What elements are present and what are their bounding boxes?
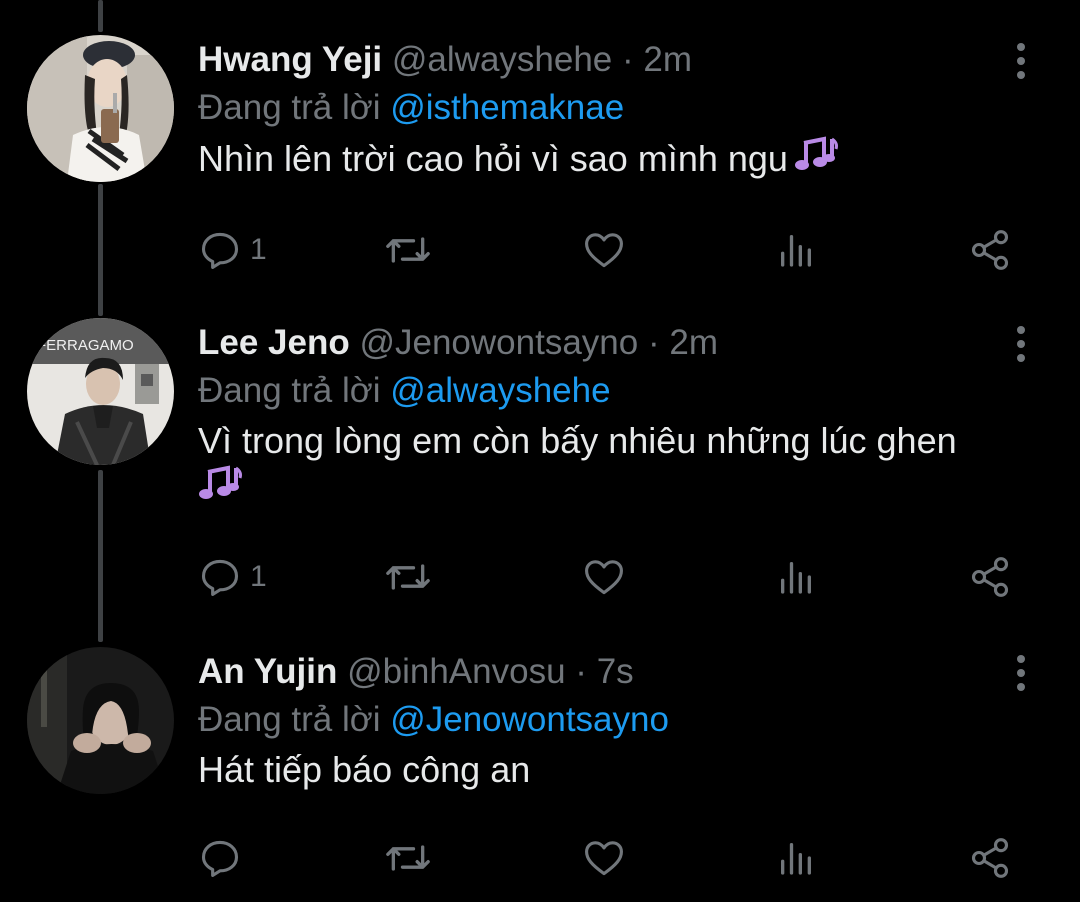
display-name[interactable]: An Yujin — [198, 652, 337, 691]
tweet-text: Hát tiếp báo công an — [198, 747, 1038, 793]
replying-to-label: Đang trả lời — [198, 700, 381, 739]
replying-to: Đang trả lời @Jenowontsayno — [198, 695, 669, 745]
bar-chart-icon — [781, 843, 811, 875]
retweet-icon — [386, 237, 430, 263]
views-button[interactable] — [776, 225, 816, 275]
like-button[interactable] — [582, 552, 626, 602]
tweet-header: An Yujin @binhAnvosu · 7s — [198, 647, 634, 697]
action-bar — [198, 833, 1028, 883]
speech-bubble-icon — [201, 559, 239, 596]
thread-connector — [98, 0, 103, 32]
action-bar: 1 — [198, 552, 1028, 602]
views-button[interactable] — [776, 552, 816, 602]
heart-icon — [585, 841, 623, 876]
replying-to: Đang trả lời @alwayshehe — [198, 366, 611, 416]
tweet-header: Hwang Yeji @alwayshehe · 2m — [198, 35, 692, 85]
tweet-body: Vì trong lòng em còn bấy nhiêu những lúc… — [198, 420, 957, 461]
action-bar: 1 — [198, 225, 1028, 275]
reply-count: 1 — [250, 560, 267, 593]
separator-dot: · — [622, 40, 634, 79]
heart-icon — [585, 560, 623, 595]
username[interactable]: @Jenowontsayno — [359, 323, 638, 362]
share-icon — [971, 838, 1009, 878]
separator-dot: · — [647, 323, 660, 362]
tweet-header: Lee Jeno @Jenowontsayno · 2m — [198, 318, 718, 368]
vertical-dots-icon — [1017, 43, 1025, 79]
mention-link[interactable]: @Jenowontsayno — [390, 700, 669, 739]
musical-notes-emoji — [794, 135, 840, 186]
timestamp[interactable]: 2m — [643, 40, 692, 79]
retweet-button[interactable] — [384, 833, 432, 883]
avatar[interactable] — [27, 35, 174, 182]
more-options-button[interactable] — [1006, 324, 1036, 364]
tweet-body: Nhìn lên trời cao hỏi vì sao mình ngu — [198, 138, 788, 179]
reply-count: 1 — [250, 233, 267, 266]
bar-chart-icon — [781, 562, 811, 594]
timestamp[interactable]: 2m — [669, 323, 718, 362]
retweet-icon — [386, 845, 430, 871]
retweet-button[interactable] — [384, 225, 432, 275]
tweet-text: Vì trong lòng em còn bấy nhiêu những lúc… — [198, 418, 1038, 515]
share-button[interactable] — [968, 833, 1012, 883]
reply-button[interactable] — [198, 833, 250, 883]
avatar-sign-text: FERRAGAMO — [37, 337, 134, 354]
tweet-body: Hát tiếp báo công an — [198, 749, 531, 790]
timestamp[interactable]: 7s — [597, 652, 634, 691]
like-button[interactable] — [582, 833, 626, 883]
thread-connector — [98, 184, 103, 316]
share-button[interactable] — [968, 225, 1012, 275]
mention-link[interactable]: @alwayshehe — [390, 371, 610, 410]
vertical-dots-icon — [1017, 326, 1025, 362]
retweet-button[interactable] — [384, 552, 432, 602]
views-button[interactable] — [776, 833, 816, 883]
reply-button[interactable]: 1 — [198, 552, 267, 602]
username[interactable]: @binhAnvosu — [347, 652, 565, 691]
avatar[interactable] — [27, 647, 174, 794]
replying-to-label: Đang trả lời — [198, 88, 381, 127]
retweet-icon — [386, 564, 430, 590]
vertical-dots-icon — [1017, 655, 1025, 691]
thread-connector — [98, 470, 103, 642]
display-name[interactable]: Lee Jeno — [198, 323, 350, 362]
share-icon — [971, 557, 1009, 597]
bar-chart-icon — [781, 235, 811, 267]
heart-icon — [585, 233, 623, 268]
replying-to: Đang trả lời @isthemaknae — [198, 83, 624, 133]
share-icon — [971, 230, 1009, 270]
reply-button[interactable]: 1 — [198, 225, 267, 275]
speech-bubble-icon — [201, 232, 239, 269]
like-button[interactable] — [582, 225, 626, 275]
share-button[interactable] — [968, 552, 1012, 602]
separator-dot: · — [575, 652, 587, 691]
speech-bubble-icon — [201, 840, 239, 877]
replying-to-label: Đang trả lời — [198, 371, 381, 410]
more-options-button[interactable] — [1006, 653, 1036, 693]
musical-notes-emoji — [198, 464, 244, 515]
avatar[interactable]: FERRAGAMO — [27, 318, 174, 465]
tweet-text: Nhìn lên trời cao hỏi vì sao mình ngu — [198, 135, 1038, 186]
username[interactable]: @alwayshehe — [392, 40, 612, 79]
display-name[interactable]: Hwang Yeji — [198, 40, 382, 79]
more-options-button[interactable] — [1006, 41, 1036, 81]
reply-thread: Hwang Yeji @alwayshehe · 2m Đang trả lời… — [0, 0, 1080, 902]
mention-link[interactable]: @isthemaknae — [390, 88, 624, 127]
